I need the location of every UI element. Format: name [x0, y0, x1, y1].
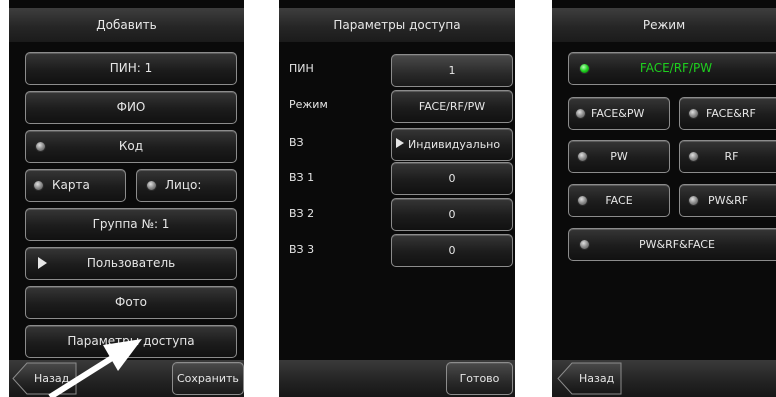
pointer-arrow-icon: [48, 339, 142, 397]
